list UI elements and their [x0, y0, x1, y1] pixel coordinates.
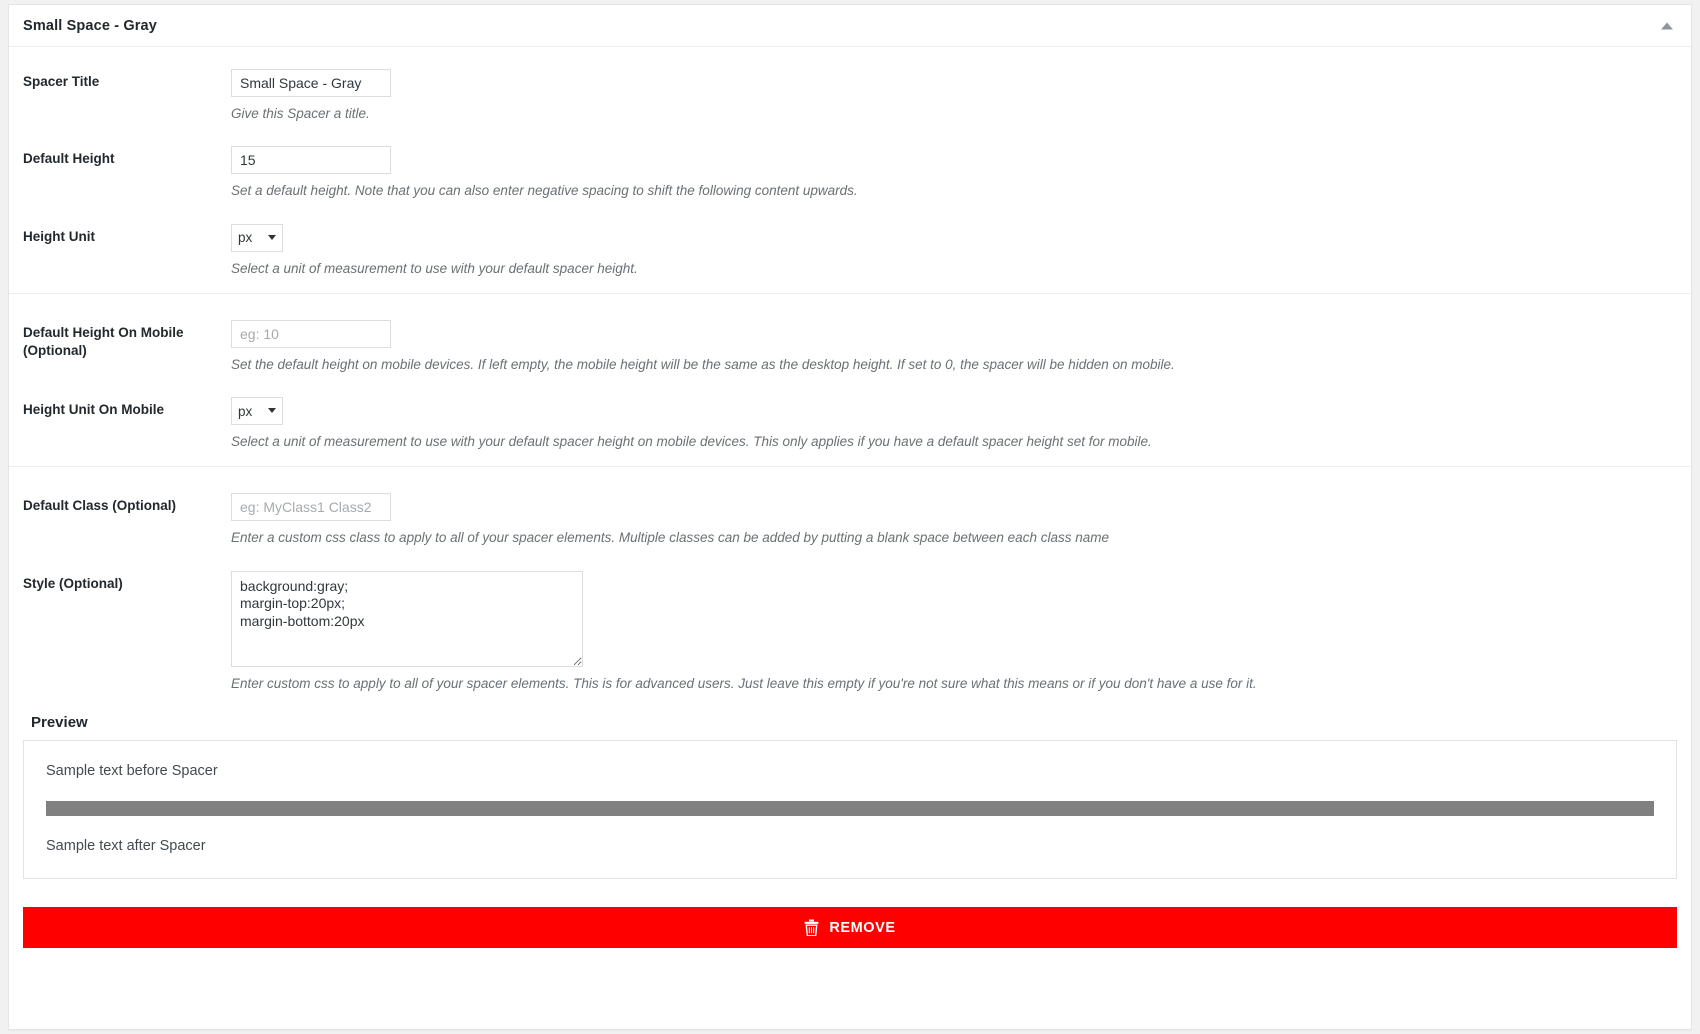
spacer-title-label: Spacer Title	[23, 74, 100, 89]
default-class-input[interactable]	[231, 493, 391, 522]
height-unit-mobile-control: px Select a unit of measurement to use w…	[231, 397, 1677, 452]
field-row-height-unit: Height Unit px Select a unit of measurem…	[23, 202, 1677, 279]
remove-button[interactable]: REMOVE	[23, 907, 1677, 949]
field-row-spacer-title: Spacer Title Give this Spacer a title.	[23, 47, 1677, 124]
default-height-mobile-label: Default Height On Mobile (Optional)	[23, 324, 184, 358]
field-row-style: Style (Optional) background:gray; margin…	[23, 549, 1677, 694]
preview-spacer-bar	[46, 801, 1654, 817]
height-unit-mobile-select-wrap: px	[231, 397, 283, 425]
height-unit-mobile-help: Select a unit of measurement to use with…	[231, 434, 1152, 449]
default-height-mobile-control: Set the default height on mobile devices…	[231, 319, 1677, 375]
default-class-help: Enter a custom css class to apply to all…	[231, 530, 1109, 546]
default-height-mobile-input[interactable]	[231, 319, 391, 348]
field-group-mobile: Default Height On Mobile (Optional) Set …	[9, 292, 1691, 453]
default-class-control: Enter a custom css class to apply to all…	[231, 493, 1677, 548]
panel-header[interactable]: Small Space - Gray	[9, 5, 1691, 47]
preview-text-after: Sample text after Spacer	[46, 838, 206, 855]
spacer-title-help: Give this Spacer a title.	[231, 106, 370, 121]
preview-heading: Preview	[31, 713, 88, 731]
style-help: Enter custom css to apply to all of your…	[231, 675, 1257, 691]
field-row-default-height-mobile: Default Height On Mobile (Optional) Set …	[23, 298, 1677, 375]
style-control: background:gray; margin-top:20px; margin…	[231, 570, 1677, 694]
height-unit-help: Select a unit of measurement to use with…	[231, 260, 638, 276]
default-height-control: Set a default height. Note that you can …	[231, 146, 1677, 201]
panel-tail-spacing	[9, 948, 1691, 1012]
preview-box: Sample text before Spacer Sample text af…	[23, 739, 1677, 880]
height-unit-select[interactable]: px	[231, 223, 283, 252]
style-label: Style (Optional)	[23, 575, 123, 591]
spacer-title-input[interactable]	[231, 69, 391, 97]
style-textarea[interactable]: background:gray; margin-top:20px; margin…	[231, 570, 583, 667]
preview-text-before: Sample text before Spacer	[46, 762, 218, 779]
field-row-height-unit-mobile: Height Unit On Mobile px Select a unit o…	[23, 375, 1677, 452]
preview-section: Preview Sample text before Spacer Sample…	[9, 714, 1691, 880]
default-height-input[interactable]	[231, 146, 391, 175]
height-unit-mobile-select[interactable]: px	[231, 397, 283, 425]
default-height-mobile-help: Set the default height on mobile devices…	[231, 356, 1175, 372]
panel-body: Spacer Title Give this Spacer a title. D…	[9, 47, 1691, 1012]
default-class-label: Default Class (Optional)	[23, 498, 177, 514]
spacer-title-control: Give this Spacer a title.	[231, 69, 1677, 124]
height-unit-control: px Select a unit of measurement to use w…	[231, 223, 1677, 279]
field-group-general: Spacer Title Give this Spacer a title. D…	[9, 47, 1691, 279]
default-height-help: Set a default height. Note that you can …	[231, 183, 858, 199]
field-group-advanced: Default Class (Optional) Enter a custom …	[9, 466, 1691, 694]
spacer-settings-panel: Small Space - Gray Spacer Title Give thi…	[8, 4, 1692, 1030]
height-unit-label: Height Unit	[23, 228, 95, 244]
height-unit-mobile-label: Height Unit On Mobile	[23, 402, 164, 417]
trash-icon	[804, 919, 819, 937]
remove-button-wrap: REMOVE	[9, 907, 1691, 949]
remove-button-label: REMOVE	[829, 919, 896, 936]
default-height-label: Default Height	[23, 151, 115, 167]
height-unit-select-wrap: px	[231, 223, 283, 252]
panel-title: Small Space - Gray	[23, 17, 157, 34]
field-row-default-class: Default Class (Optional) Enter a custom …	[23, 471, 1677, 548]
caret-up-icon[interactable]	[1661, 22, 1673, 29]
field-row-default-height: Default Height Set a default height. Not…	[23, 124, 1677, 201]
